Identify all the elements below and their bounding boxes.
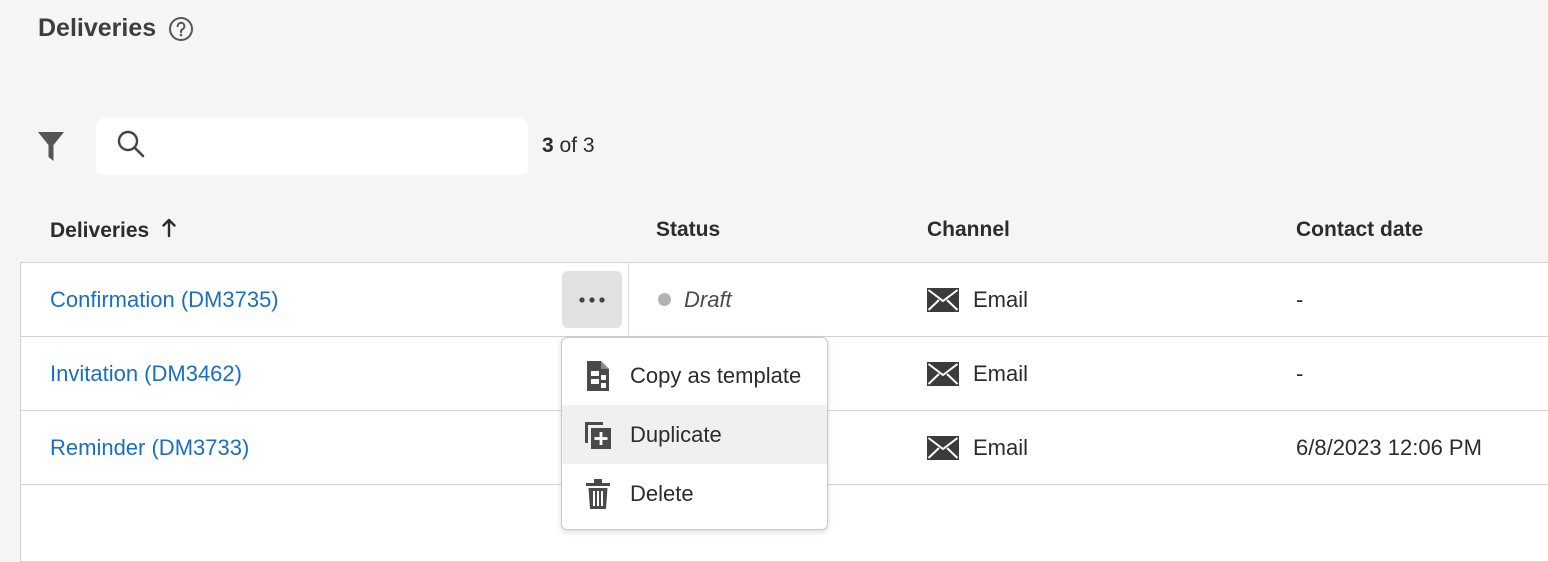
menu-item-duplicate[interactable]: Duplicate (562, 405, 827, 464)
menu-item-label: Duplicate (630, 421, 722, 447)
status-label: Draft (684, 286, 732, 312)
email-icon (927, 287, 959, 312)
channel-cell: Email (927, 337, 1028, 410)
more-actions-menu: Copy as template Duplicate Delete (561, 337, 828, 530)
menu-item-label: Copy as template (630, 362, 802, 388)
contact-date-cell: - (1296, 263, 1303, 336)
email-icon (927, 435, 959, 460)
more-icon (579, 296, 605, 303)
menu-item-copy-as-template[interactable]: Copy as template (562, 346, 827, 405)
delivery-link[interactable]: Invitation (DM3462) (50, 361, 242, 387)
delivery-link[interactable]: Confirmation (DM3735) (50, 287, 279, 313)
help-circle-icon[interactable] (168, 16, 194, 42)
contact-date-value: 6/8/2023 12:06 PM (1296, 434, 1482, 460)
channel-label: Email (973, 286, 1029, 312)
more-actions-button[interactable] (562, 271, 622, 328)
channel-label: Email (973, 360, 1029, 386)
result-count-total: of 3 (553, 134, 595, 157)
filter-icon[interactable] (36, 130, 66, 164)
search-icon (116, 129, 146, 164)
sort-ascending-icon[interactable] (161, 218, 177, 244)
search-input[interactable] (158, 134, 528, 159)
column-divider (628, 263, 629, 336)
menu-item-label: Delete (630, 480, 694, 506)
result-count-shown: 3 (542, 134, 554, 157)
page-header: Deliveries (38, 14, 194, 43)
copy-template-icon (587, 360, 609, 391)
duplicate-icon (585, 421, 611, 449)
page-title: Deliveries (38, 14, 157, 42)
contact-date-value: - (1296, 360, 1304, 386)
column-header-contact-date[interactable]: Contact date (1296, 218, 1423, 242)
column-header-channel[interactable]: Channel (927, 218, 1010, 242)
table-row[interactable]: Confirmation (DM3735) Draft Email - (21, 263, 1548, 337)
column-header-status-label: Status (656, 218, 721, 241)
channel-cell: Email (927, 263, 1028, 336)
menu-item-delete[interactable]: Delete (562, 464, 827, 523)
contact-date-cell: 6/8/2023 12:06 PM (1296, 411, 1482, 484)
channel-label: Email (973, 434, 1029, 460)
search-field[interactable] (96, 118, 528, 175)
column-header-contact-date-label: Contact date (1296, 218, 1424, 241)
delivery-link[interactable]: Reminder (DM3733) (50, 435, 249, 461)
channel-cell: Email (927, 411, 1028, 484)
trash-icon (586, 478, 610, 509)
column-header-deliveries-label: Deliveries (50, 219, 150, 242)
result-count: 3 of 3 (542, 134, 595, 158)
contact-date-value: - (1296, 286, 1304, 312)
status-dot (658, 293, 671, 306)
email-icon (927, 361, 959, 386)
column-header-deliveries[interactable]: Deliveries (50, 218, 177, 244)
contact-date-cell: - (1296, 337, 1303, 410)
column-header-channel-label: Channel (927, 218, 1010, 241)
column-header-status[interactable]: Status (656, 218, 720, 242)
status-cell: Draft (658, 263, 732, 336)
